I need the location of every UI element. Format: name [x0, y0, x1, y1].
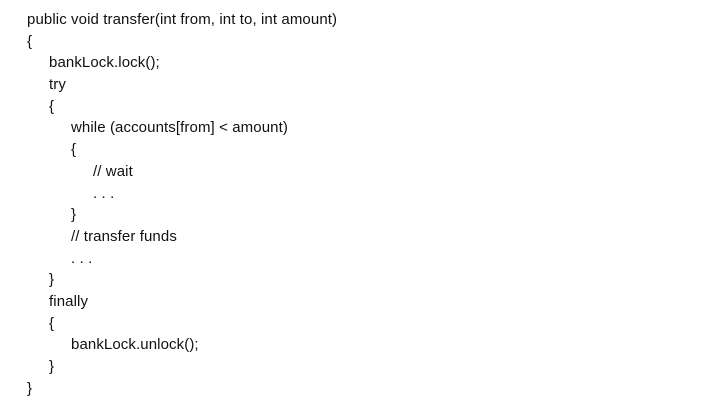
code-line: {: [71, 141, 77, 159]
code-line: }: [49, 358, 55, 375]
code-listing: public void transfer(int from, int to, i…: [27, 9, 337, 399]
code-line: finally: [49, 292, 89, 310]
code-line: // transfer funds: [71, 227, 177, 245]
code-line: {: [49, 314, 55, 332]
code-line: . . .: [71, 249, 93, 267]
code-line: try: [49, 76, 66, 94]
code-line: while (accounts[from] < amount): [71, 119, 288, 137]
code-line: . . .: [93, 184, 115, 202]
code-line: }: [49, 271, 55, 289]
code-line: }: [71, 206, 77, 224]
code-line: {: [49, 97, 55, 115]
code-line: {: [27, 32, 33, 50]
code-line: }: [27, 379, 33, 397]
code-line: public void transfer(int from, int to, i…: [27, 11, 338, 28]
code-line: bankLock.unlock();: [71, 336, 199, 354]
code-line: // wait: [93, 162, 133, 180]
code-line: bankLock.lock();: [49, 54, 160, 72]
